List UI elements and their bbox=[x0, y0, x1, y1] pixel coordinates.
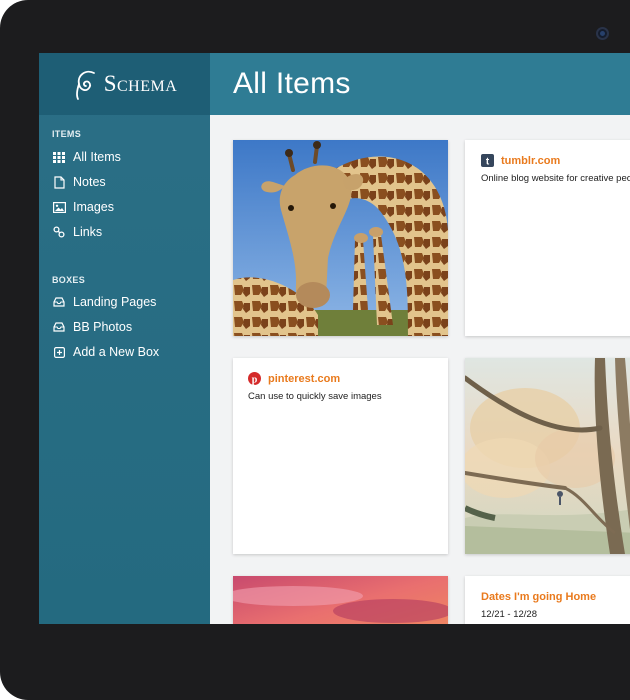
tumblr-description: Online blog website for creative peo bbox=[481, 173, 630, 184]
sidebar: Schema ITEMS All Items Notes Images Link… bbox=[39, 53, 210, 624]
note-icon bbox=[52, 175, 66, 189]
note-card[interactable]: Dates I'm going Home 12/21 - 12/28 bbox=[465, 576, 630, 624]
sidebar-item-landing-pages[interactable]: Landing Pages bbox=[52, 292, 156, 312]
image-card-giraffes[interactable] bbox=[233, 140, 448, 336]
sidebar-item-label: BB Photos bbox=[73, 320, 133, 334]
tumblr-icon: t bbox=[481, 154, 494, 167]
page-header: All Items bbox=[210, 53, 630, 115]
swirl-logo-icon bbox=[75, 70, 95, 100]
plus-square-icon bbox=[52, 345, 66, 359]
pinterest-icon: p bbox=[248, 372, 261, 385]
sidebar-item-notes[interactable]: Notes bbox=[52, 172, 106, 192]
sidebar-item-label: Links bbox=[73, 225, 103, 239]
sunset-image bbox=[233, 576, 448, 624]
sidebar-item-label: Images bbox=[73, 200, 114, 214]
pinterest-title: pinterest.com bbox=[268, 372, 341, 385]
logo-text: Schema bbox=[103, 71, 178, 96]
logo[interactable]: Schema bbox=[39, 53, 210, 115]
link-card-pinterest[interactable]: p pinterest.com Can use to quickly save … bbox=[233, 358, 448, 554]
sidebar-item-images[interactable]: Images bbox=[52, 197, 114, 217]
tumblr-title: tumblr.com bbox=[501, 154, 561, 167]
svg-text:p: p bbox=[252, 375, 258, 386]
sidebar-item-all-items[interactable]: All Items bbox=[52, 147, 121, 167]
image-icon bbox=[52, 200, 66, 214]
boxes-heading: BOXES bbox=[52, 275, 86, 285]
note-title: Dates I'm going Home bbox=[481, 591, 597, 603]
inbox-icon bbox=[52, 295, 66, 309]
inbox-icon bbox=[52, 320, 66, 334]
sidebar-item-add-new-box[interactable]: Add a New Box bbox=[52, 342, 159, 362]
pinterest-description: Can use to quickly save images bbox=[248, 391, 382, 402]
giraffe-image bbox=[233, 140, 448, 336]
painting-image bbox=[465, 358, 630, 554]
link-card-title[interactable]: p pinterest.com bbox=[248, 372, 433, 385]
page-title: All Items bbox=[233, 67, 351, 100]
link-card-tumblr[interactable]: t tumblr.com Online blog website for cre… bbox=[465, 140, 630, 336]
camera-icon bbox=[596, 27, 609, 40]
image-card-painting[interactable] bbox=[465, 358, 630, 554]
sidebar-item-bb-photos[interactable]: BB Photos bbox=[52, 317, 132, 337]
app-screen: Schema ITEMS All Items Notes Images Link… bbox=[39, 53, 630, 624]
sidebar-item-label: Notes bbox=[73, 175, 106, 189]
items-heading: ITEMS bbox=[52, 129, 82, 139]
image-card-sunset[interactable] bbox=[233, 576, 448, 624]
sidebar-item-label: All Items bbox=[73, 150, 121, 164]
items-grid: t tumblr.com Online blog website for cre… bbox=[210, 115, 630, 624]
link-card-title[interactable]: t tumblr.com bbox=[481, 154, 624, 167]
link-icon bbox=[52, 225, 66, 239]
grid-icon bbox=[52, 150, 66, 164]
sidebar-item-label: Landing Pages bbox=[73, 295, 157, 309]
sidebar-item-label: Add a New Box bbox=[73, 345, 160, 359]
note-dates: 12/21 - 12/28 bbox=[481, 609, 537, 620]
sidebar-item-links[interactable]: Links bbox=[52, 222, 102, 242]
